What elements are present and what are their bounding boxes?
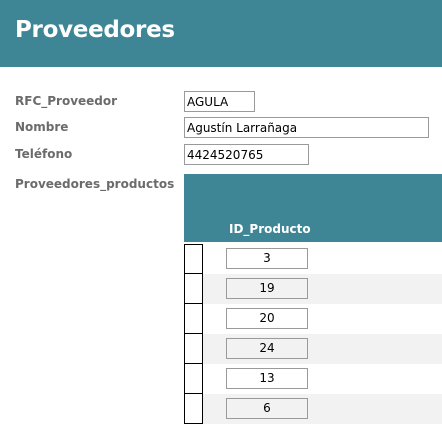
record-selector[interactable] bbox=[184, 334, 203, 364]
subform-row: 20 bbox=[184, 304, 442, 334]
subform-row: 19 bbox=[184, 274, 442, 304]
proveedores-productos-subform[interactable]: ID_Producto 3 19 20 24 13 6 bbox=[184, 174, 442, 425]
nombre-field[interactable]: Agustín Larrañaga bbox=[184, 117, 429, 138]
id-producto-cell[interactable]: 3 bbox=[226, 248, 308, 269]
id-producto-cell[interactable]: 19 bbox=[226, 278, 308, 299]
subform-rows: 3 19 20 24 13 6 bbox=[184, 244, 442, 424]
rfc-proveedor-label: RFC_Proveedor bbox=[15, 94, 118, 108]
id-producto-cell[interactable]: 24 bbox=[226, 338, 308, 359]
id-producto-cell[interactable]: 6 bbox=[226, 398, 308, 419]
telefono-label: Teléfono bbox=[15, 147, 73, 161]
subform-row: 24 bbox=[184, 334, 442, 364]
telefono-field[interactable]: 4424520765 bbox=[184, 144, 309, 165]
record-selector[interactable] bbox=[184, 304, 203, 334]
subform-row: 6 bbox=[184, 394, 442, 424]
id-producto-cell[interactable]: 13 bbox=[226, 368, 308, 389]
subform-row: 3 bbox=[184, 244, 442, 274]
id-producto-cell[interactable]: 20 bbox=[226, 308, 308, 329]
subform-row: 13 bbox=[184, 364, 442, 394]
form-header: Proveedores bbox=[0, 0, 442, 67]
form-title: Proveedores bbox=[15, 17, 175, 43]
record-selector[interactable] bbox=[184, 244, 203, 274]
subform-header: ID_Producto bbox=[184, 174, 442, 242]
proveedores-productos-label: Proveedores_productos bbox=[15, 177, 175, 191]
record-selector[interactable] bbox=[184, 394, 203, 424]
record-selector[interactable] bbox=[184, 274, 203, 304]
nombre-label: Nombre bbox=[15, 120, 69, 134]
rfc-proveedor-field[interactable]: AGULA bbox=[184, 91, 255, 112]
record-selector[interactable] bbox=[184, 364, 203, 394]
id-producto-column-header: ID_Producto bbox=[229, 222, 311, 236]
